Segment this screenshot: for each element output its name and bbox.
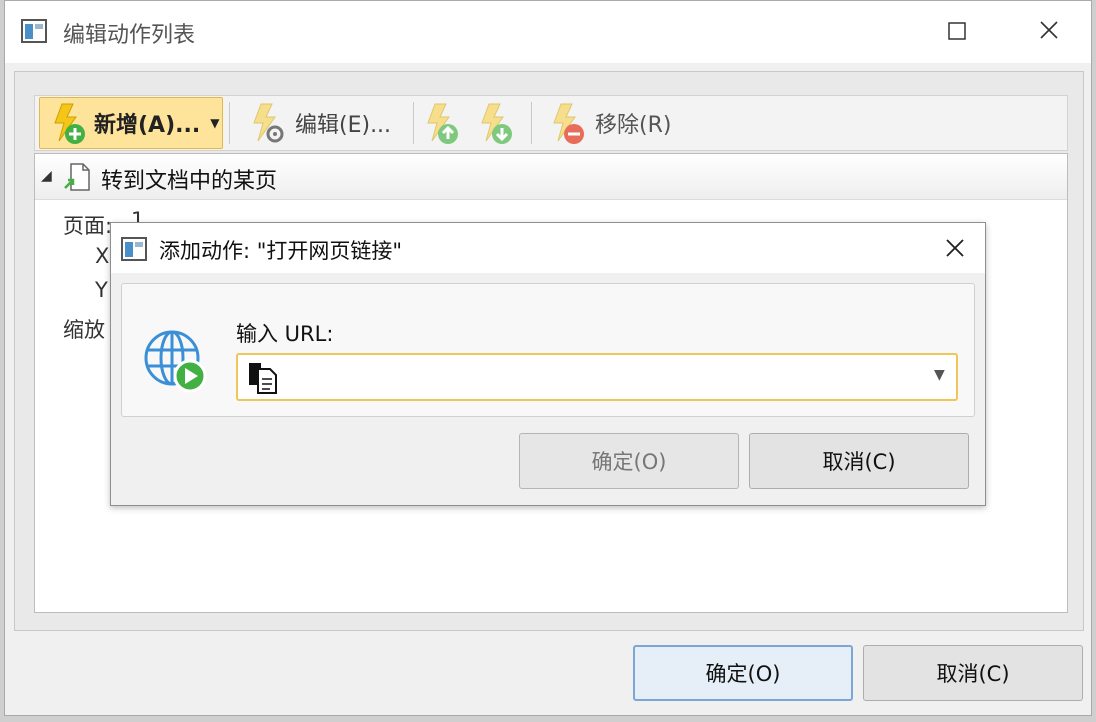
close-button[interactable] xyxy=(1031,15,1067,47)
url-input[interactable] xyxy=(284,361,928,395)
move-down-button[interactable] xyxy=(471,97,519,149)
dialog-title-bar: 添加动作: "打开网页链接" xyxy=(111,223,985,273)
tree-node-label: 转到文档中的某页 xyxy=(101,169,278,194)
maximize-button[interactable] xyxy=(939,15,975,47)
lightning-gear-icon xyxy=(253,103,284,143)
url-combobox[interactable]: ▼ xyxy=(236,353,958,401)
lightning-down-icon xyxy=(481,103,512,144)
zoom-label: 缩放 xyxy=(63,318,105,342)
window-title: 编辑动作列表 xyxy=(63,23,196,48)
lightning-add-icon xyxy=(54,103,85,144)
dialog-cancel-button[interactable]: 取消(C) xyxy=(749,433,969,489)
title-bar: 编辑动作列表 xyxy=(5,1,1091,63)
toolbar-separator xyxy=(413,102,414,144)
ok-button[interactable]: 确定(O) xyxy=(633,645,853,701)
lightning-remove-icon xyxy=(553,103,584,144)
dialog-app-icon xyxy=(121,237,147,261)
action-toolbar: 新增(A)... ▼ 编辑(E)... 移除(R) xyxy=(34,95,1068,151)
cancel-button[interactable]: 取消(C) xyxy=(863,645,1083,701)
dialog-close-button[interactable] xyxy=(937,233,973,265)
edit-button-label: 编辑(E)... xyxy=(295,113,392,138)
toolbar-separator xyxy=(531,102,532,144)
toolbar-separator xyxy=(229,102,230,144)
window-app-icon xyxy=(21,19,47,43)
tree-node-goto-page[interactable]: ◢ 转到文档中的某页 xyxy=(35,154,1067,200)
x-label: X xyxy=(95,244,110,268)
remove-button-label: 移除(R) xyxy=(595,113,672,138)
dropdown-caret-icon[interactable]: ▼ xyxy=(210,116,219,130)
globe-play-icon xyxy=(144,330,207,393)
edit-button[interactable]: 编辑(E)... xyxy=(241,97,411,149)
page-label: 页面: xyxy=(63,214,113,238)
add-button-label: 新增(A)... xyxy=(94,113,201,138)
move-up-button[interactable] xyxy=(417,97,465,149)
url-panel: 输入 URL: ▼ xyxy=(121,283,975,417)
lightning-up-icon xyxy=(427,103,458,144)
dialog-title: 添加动作: "打开网页链接" xyxy=(159,239,403,263)
y-label: Y xyxy=(95,278,108,302)
dialog-ok-button[interactable]: 确定(O) xyxy=(519,433,739,489)
url-label: 输入 URL: xyxy=(236,322,334,346)
dropdown-arrow-icon[interactable]: ▼ xyxy=(934,367,945,383)
document-icon xyxy=(249,363,277,394)
collapse-arrow-icon[interactable]: ◢ xyxy=(41,168,52,184)
add-action-dialog: 添加动作: "打开网页链接" 输入 URL: ▼ 确定(O) 取消(C) xyxy=(110,222,986,506)
add-button[interactable]: 新增(A)... ▼ xyxy=(39,97,223,149)
remove-button[interactable]: 移除(R) xyxy=(541,97,691,149)
page-goto-icon xyxy=(64,163,90,191)
